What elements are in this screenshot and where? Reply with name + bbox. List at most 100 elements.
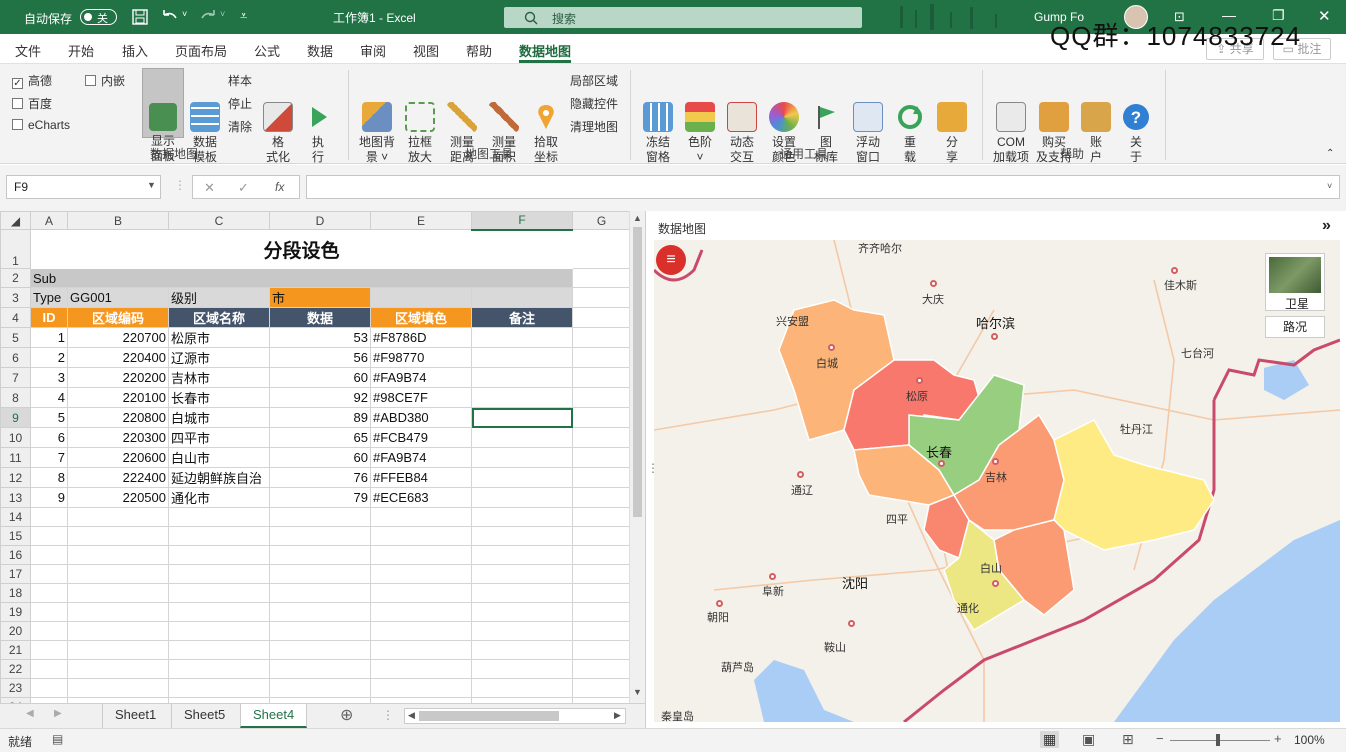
row-header[interactable]: 20 [0,621,31,641]
hide-controls-button[interactable]: 隐藏控件 [570,95,618,112]
checkbox-baidu[interactable]: 百度 [12,95,52,112]
cell[interactable] [471,602,573,622]
row-header[interactable]: 19 [0,602,31,622]
com-addins-button[interactable]: COM 加载项 [990,72,1032,165]
cell[interactable] [269,583,371,603]
cell-region-code[interactable]: 222400 [67,467,169,488]
tab-formulas[interactable]: 公式 [254,41,280,60]
cell-fill-color[interactable]: #ABD380 [370,407,472,428]
cell[interactable] [30,526,68,546]
cell[interactable] [572,387,631,408]
header-data[interactable]: 数据 [269,307,371,328]
macro-record-icon[interactable]: ▤ [52,732,63,746]
cell[interactable] [168,564,270,584]
cell[interactable] [572,545,631,565]
cell[interactable] [370,583,472,603]
cell[interactable] [168,678,270,698]
type-label[interactable]: Type [30,287,68,308]
cell-region-code[interactable]: 220600 [67,447,169,468]
cell[interactable] [269,526,371,546]
cell[interactable] [30,678,68,698]
cell[interactable] [168,507,270,527]
clear-map-button[interactable]: 清理地图 [570,118,618,135]
header-fill-color[interactable]: 区域填色 [370,307,472,328]
cell-region-name[interactable]: 延边朝鲜族自治 [168,467,270,488]
pick-coordinate-button[interactable]: 拾取 坐标 [528,72,564,165]
pane-resize-handle[interactable]: ⋮ [647,461,659,475]
cell[interactable] [471,564,573,584]
cell[interactable] [269,545,371,565]
cell[interactable] [30,507,68,527]
reload-button[interactable]: 重 载 [892,72,928,165]
cell[interactable] [269,507,371,527]
column-header[interactable]: D [269,211,371,230]
clear-button[interactable]: 清除 [228,118,252,135]
cell[interactable] [572,229,631,269]
scroll-left-icon[interactable]: ◀ [408,710,415,721]
cell-id[interactable]: 2 [30,347,68,368]
select-all-corner[interactable]: ◢ [0,211,31,230]
cell[interactable] [572,367,631,388]
cell[interactable] [572,327,631,348]
close-icon[interactable]: ✕ [1318,7,1331,25]
cell[interactable] [471,640,573,660]
column-header[interactable]: C [168,211,270,230]
cell-region-name[interactable]: 松原市 [168,327,270,348]
row-header[interactable]: 12 [0,467,31,488]
cell-id[interactable]: 6 [30,427,68,448]
undo-dropdown-icon[interactable]: ˅ [182,9,187,19]
collapse-ribbon-icon[interactable]: ⌃ [1326,148,1334,159]
zoom-in-icon[interactable]: + [1274,731,1282,746]
cell[interactable] [572,621,631,641]
cell[interactable] [67,507,169,527]
cell-id[interactable]: 1 [30,327,68,348]
cell-data-value[interactable]: 56 [269,347,371,368]
cell[interactable] [30,659,68,679]
map-background-button[interactable]: 地图背 景 ˅ [356,72,398,165]
cell[interactable] [471,678,573,698]
color-scale-button[interactable]: 色阶 ˅ [682,72,718,165]
tab-page-layout[interactable]: 页面布局 [175,41,227,60]
cell[interactable] [572,564,631,584]
insert-function-button[interactable]: fx [275,180,284,194]
header-region-code[interactable]: 区域编码 [67,307,169,328]
cell[interactable] [30,602,68,622]
cell-data-value[interactable]: 60 [269,447,371,468]
redo-icon[interactable] [198,9,218,25]
cell-remark[interactable] [471,327,573,348]
cell[interactable] [471,526,573,546]
cell-remark[interactable] [471,447,573,468]
cell[interactable] [370,507,472,527]
tab-splitter-icon[interactable]: ⋮ [382,708,394,722]
share-map-button[interactable]: 分 享 [934,72,970,165]
tab-data[interactable]: 数据 [307,41,333,60]
cell[interactable] [30,640,68,660]
cell-region-code[interactable]: 220800 [67,407,169,428]
cell-remark[interactable] [471,347,573,368]
customize-qat-icon[interactable]: ⩡ [240,8,247,24]
row-header[interactable]: 8 [0,387,31,408]
cell[interactable] [471,287,573,308]
cell-region-name[interactable]: 白山市 [168,447,270,468]
cell[interactable] [67,621,169,641]
zoom-out-icon[interactable]: − [1156,731,1164,746]
cell[interactable] [269,621,371,641]
cell[interactable] [67,564,169,584]
cell[interactable] [67,602,169,622]
cell[interactable] [572,447,631,468]
scrollbar-thumb[interactable] [633,227,642,517]
cell-region-code[interactable]: 220300 [67,427,169,448]
column-header[interactable]: A [30,211,68,230]
search-box[interactable]: 搜索 [504,7,862,28]
sheet-tab-sheet1[interactable]: Sheet1 [102,704,168,728]
cell-id[interactable]: 4 [30,387,68,408]
cell[interactable] [168,602,270,622]
cell-region-code[interactable]: 220400 [67,347,169,368]
cell[interactable] [67,526,169,546]
cell[interactable] [572,307,631,328]
cell-data-value[interactable]: 76 [269,467,371,488]
cell-id[interactable]: 5 [30,407,68,428]
cell-fill-color[interactable]: #FA9B74 [370,447,472,468]
cell-id[interactable]: 9 [30,487,68,508]
name-box[interactable]: F9 ▼ [6,175,161,199]
